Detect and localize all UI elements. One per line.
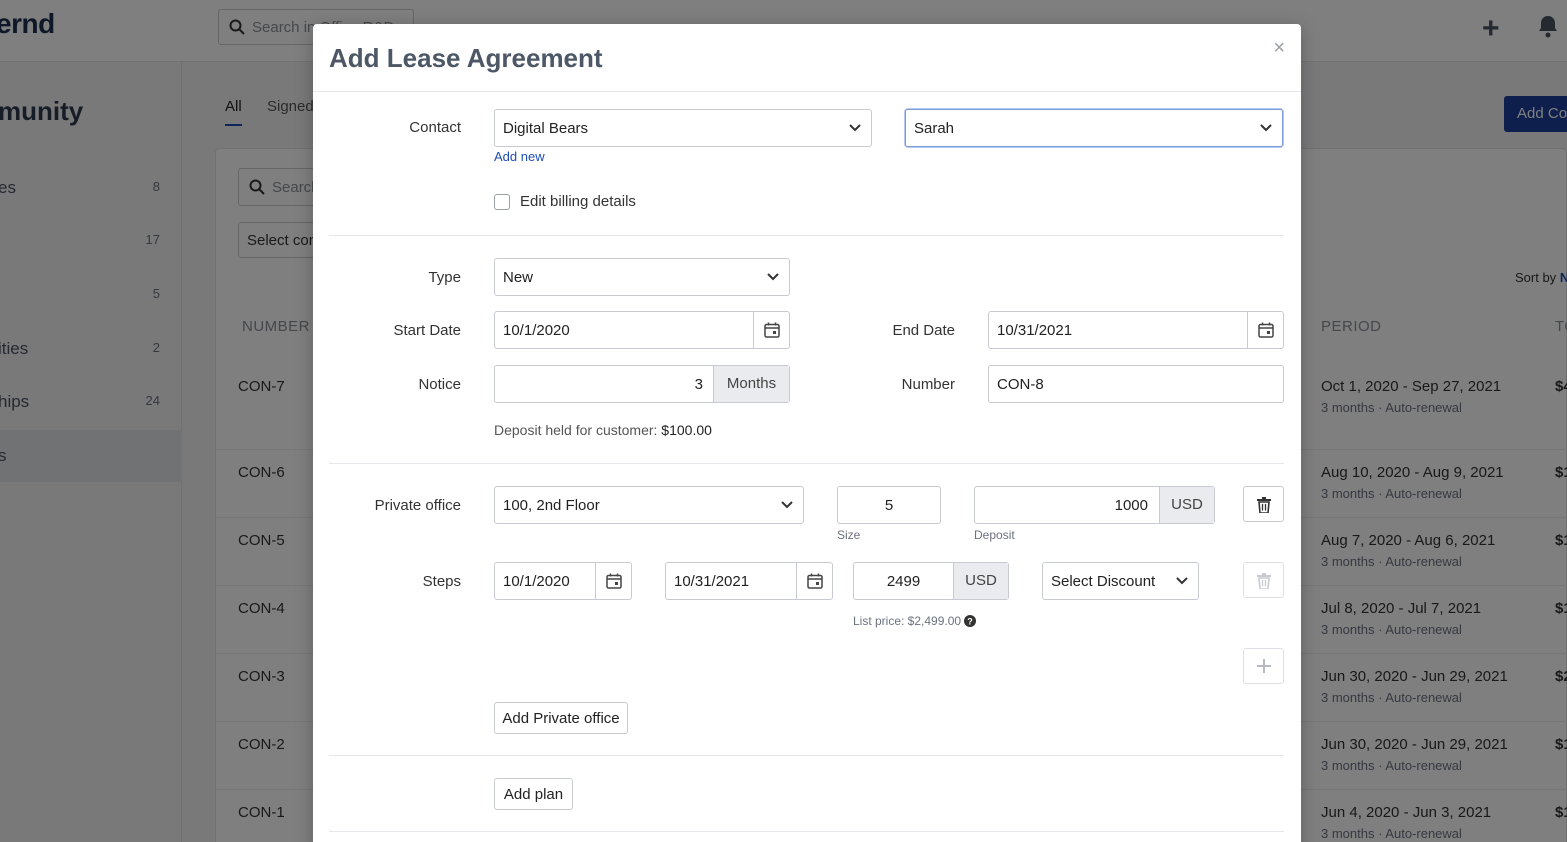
contact-person-select[interactable]: Sarah xyxy=(905,109,1283,147)
type-select[interactable]: New xyxy=(494,258,790,296)
calendar-icon xyxy=(764,322,780,338)
step-currency-addon: USD xyxy=(953,563,1008,599)
add-new-contact-link[interactable]: Add new xyxy=(494,149,545,164)
start-date-input[interactable]: 10/1/2020 xyxy=(494,311,790,349)
deposit-input[interactable]: 1000 USD xyxy=(974,486,1215,524)
help-icon[interactable]: ? xyxy=(964,615,977,627)
notice-input[interactable]: 3 Months xyxy=(494,365,790,403)
contact-person-value: Sarah xyxy=(914,120,955,137)
section-divider xyxy=(329,235,1284,236)
notice-unit: Months xyxy=(726,375,777,392)
edit-billing-label[interactable]: Edit billing details xyxy=(520,193,636,210)
calendar-icon xyxy=(606,573,622,589)
step-price-value: 2499 xyxy=(886,573,921,590)
size-input[interactable]: 5 xyxy=(837,486,941,524)
start-date-label: Start Date xyxy=(393,322,461,339)
deposit-held-note: Deposit held for customer: $100.00 xyxy=(494,422,712,438)
start-date-value: 10/1/2020 xyxy=(503,322,570,339)
deposit-label: Deposit xyxy=(974,528,1015,542)
add-plan-button[interactable]: Add plan xyxy=(494,778,573,810)
section-divider xyxy=(329,463,1284,464)
section-divider xyxy=(329,755,1284,756)
end-date-label: End Date xyxy=(892,322,955,339)
modal-header-divider xyxy=(313,91,1301,92)
trash-icon xyxy=(1257,573,1271,589)
chevron-down-icon xyxy=(767,273,779,281)
type-value: New xyxy=(503,269,534,286)
step-end-date-input[interactable]: 10/31/2021 xyxy=(665,562,833,600)
delete-office-button[interactable] xyxy=(1243,486,1284,522)
number-value: CON-8 xyxy=(997,376,1044,393)
list-price-note: List price: $2,499.00 ? xyxy=(853,614,977,628)
contact-company-value: Digital Bears xyxy=(503,120,589,137)
step-end-date-value: 10/31/2021 xyxy=(674,573,750,590)
number-label: Number xyxy=(901,376,955,393)
notice-value: 3 xyxy=(694,376,703,393)
private-office-value: 100, 2nd Floor xyxy=(503,497,600,514)
calendar-button[interactable] xyxy=(1247,312,1283,348)
end-date-value: 10/31/2021 xyxy=(997,322,1073,339)
private-office-label: Private office xyxy=(374,497,461,514)
deposit-held-amount: $100.00 xyxy=(661,422,712,438)
add-private-office-label: Add Private office xyxy=(502,710,620,727)
discount-value: Select Discount xyxy=(1051,573,1156,590)
section-divider xyxy=(329,831,1284,832)
end-date-input[interactable]: 10/31/2021 xyxy=(988,311,1284,349)
calendar-icon xyxy=(807,573,823,589)
deposit-held-label: Deposit held for customer: xyxy=(494,422,662,438)
add-plan-label: Add plan xyxy=(503,786,564,803)
deposit-currency: USD xyxy=(1171,496,1203,513)
delete-step-button[interactable] xyxy=(1243,562,1284,598)
chevron-down-icon xyxy=(1260,124,1272,132)
calendar-button[interactable] xyxy=(595,563,631,599)
svg-text:?: ? xyxy=(968,617,974,627)
chevron-down-icon xyxy=(781,501,793,509)
step-currency: USD xyxy=(965,572,997,589)
notice-unit-addon: Months xyxy=(713,366,789,402)
plus-icon xyxy=(1257,659,1271,673)
size-value: 5 xyxy=(884,497,894,514)
trash-icon xyxy=(1257,497,1271,513)
contact-company-select[interactable]: Digital Bears xyxy=(494,109,872,147)
list-price-text: List price: $2,499.00 xyxy=(853,614,962,628)
step-start-date-input[interactable]: 10/1/2020 xyxy=(494,562,632,600)
step-start-date-value: 10/1/2020 xyxy=(503,573,570,590)
add-lease-agreement-modal: Add Lease Agreement × Contact Digital Be… xyxy=(313,24,1301,842)
calendar-button[interactable] xyxy=(753,312,789,348)
private-office-select[interactable]: 100, 2nd Floor xyxy=(494,486,804,524)
chevron-down-icon xyxy=(849,124,861,132)
edit-billing-checkbox[interactable] xyxy=(494,194,510,210)
close-icon[interactable]: × xyxy=(1273,38,1285,58)
contact-label: Contact xyxy=(409,119,461,136)
chevron-down-icon xyxy=(1176,577,1188,585)
add-private-office-button[interactable]: Add Private office xyxy=(494,702,628,734)
add-step-button[interactable] xyxy=(1243,648,1284,684)
number-input[interactable]: CON-8 xyxy=(988,365,1284,403)
modal-title: Add Lease Agreement xyxy=(329,43,603,73)
step-price-input[interactable]: 2499 USD xyxy=(853,562,1009,600)
calendar-button[interactable] xyxy=(796,563,832,599)
size-label: Size xyxy=(837,528,861,542)
steps-label: Steps xyxy=(422,573,461,590)
discount-select[interactable]: Select Discount xyxy=(1042,562,1199,600)
type-label: Type xyxy=(428,269,461,286)
deposit-currency-addon: USD xyxy=(1159,487,1214,523)
notice-label: Notice xyxy=(418,376,461,393)
calendar-icon xyxy=(1258,322,1274,338)
deposit-value: 1000 xyxy=(1114,497,1148,514)
